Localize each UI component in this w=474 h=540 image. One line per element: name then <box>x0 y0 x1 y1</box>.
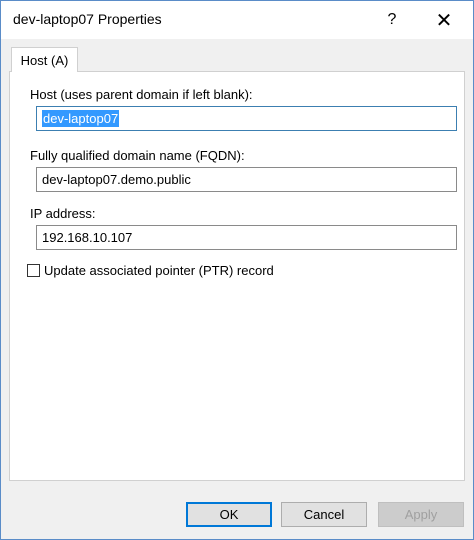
ptr-record-checkbox[interactable] <box>27 264 40 277</box>
host-label: Host (uses parent domain if left blank): <box>30 87 253 102</box>
host-input[interactable]: dev-laptop07 <box>36 106 457 131</box>
close-icon[interactable]: ✕ <box>421 1 467 39</box>
title-bar: dev-laptop07 Properties ? ✕ <box>1 1 473 39</box>
ptr-record-option[interactable]: Update associated pointer (PTR) record <box>27 263 274 278</box>
ip-address-label: IP address: <box>30 206 96 221</box>
window-title: dev-laptop07 Properties <box>13 11 162 27</box>
cancel-button[interactable]: Cancel <box>281 502 367 527</box>
properties-dialog: dev-laptop07 Properties ? ✕ Host (A) Hos… <box>0 0 474 540</box>
apply-button[interactable]: Apply <box>378 502 464 527</box>
help-icon[interactable]: ? <box>369 1 415 39</box>
tab-host-a[interactable]: Host (A) <box>11 47 78 72</box>
host-input-value: dev-laptop07 <box>42 110 120 127</box>
ptr-record-label: Update associated pointer (PTR) record <box>44 263 274 278</box>
fqdn-field[interactable]: dev-laptop07.demo.public <box>36 167 457 192</box>
fqdn-label: Fully qualified domain name (FQDN): <box>30 148 245 163</box>
ok-button[interactable]: OK <box>186 502 272 527</box>
ip-address-input[interactable]: 192.168.10.107 <box>36 225 457 250</box>
